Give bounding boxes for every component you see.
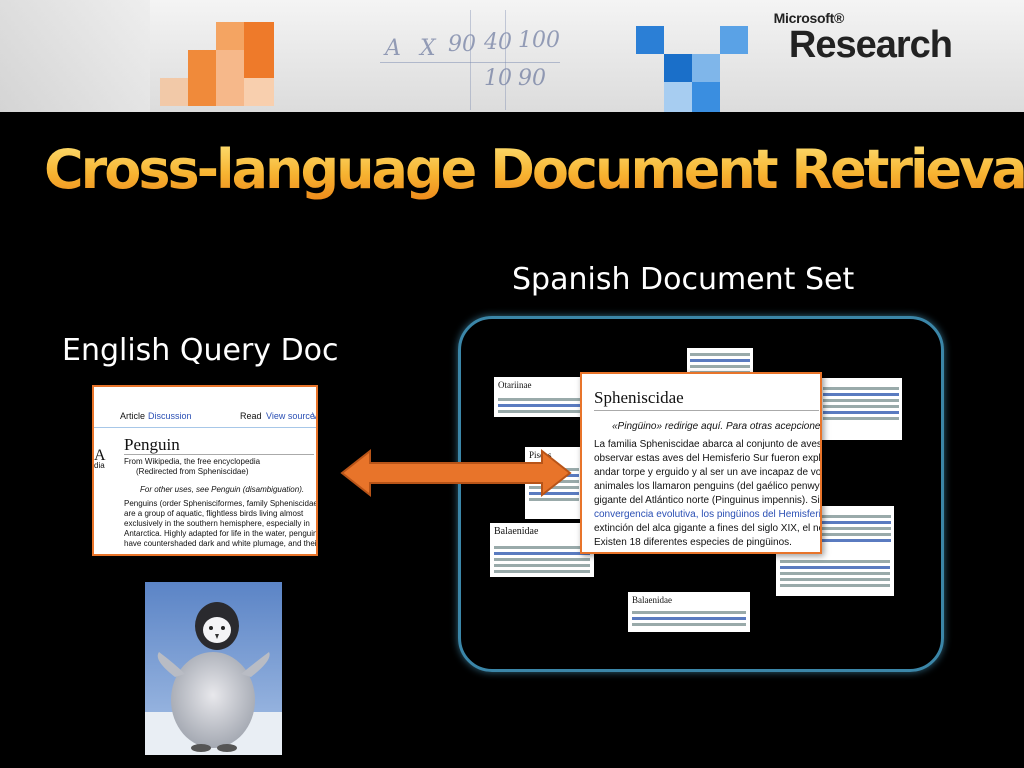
spanish-doc-balaenidae-2[interactable]: Balaenidae	[628, 592, 750, 632]
spanish-doc-spheniscidae[interactable]: Spheniscidae «Pingüino» redirige aquí. P…	[580, 372, 822, 554]
doc-text: exclusively in the southern hemisphere, …	[124, 519, 310, 528]
doc-title: Spheniscidae	[594, 388, 684, 407]
doc-text: convergencia evolutiva, los pingüinos de…	[594, 509, 822, 520]
spanish-doc-balaenidae[interactable]: Balaenidae	[490, 523, 594, 577]
decor-square	[244, 78, 274, 106]
doc-text: observar estas aves del Hemisferio Sur f…	[594, 453, 822, 464]
doc-text: gigante del Atlántico norte (Pinguinus i…	[594, 495, 822, 506]
tab-more[interactable]: V	[312, 411, 316, 421]
scribble-line	[470, 10, 471, 110]
decor-square	[720, 26, 748, 54]
article-title: Penguin	[124, 435, 180, 454]
logo-research: Research	[788, 24, 953, 66]
doc-title: Balaenidae	[494, 526, 539, 537]
divider	[124, 454, 314, 455]
doc-title: Otariinae	[498, 380, 532, 390]
decor-square	[216, 50, 244, 106]
decor-square	[664, 54, 692, 82]
decor-square	[244, 22, 274, 78]
doc-text: For other uses, see Penguin (disambiguat…	[140, 485, 305, 494]
decor-square	[636, 26, 664, 54]
english-query-label: English Query Doc	[62, 333, 339, 368]
decor-square	[692, 54, 720, 82]
double-arrow-icon	[340, 448, 572, 498]
doc-text: «Pingüino» redirige aquí. Para otras ace…	[612, 421, 822, 432]
scribble-line	[505, 10, 506, 110]
scribble-text: 90	[448, 32, 476, 57]
penguin-photo	[145, 582, 282, 755]
doc-text: (Redirected from Spheniscidae)	[136, 467, 249, 476]
scribble-text: X	[420, 36, 436, 61]
decor-square	[188, 50, 216, 106]
wiki-logo-text: dia	[94, 461, 105, 470]
doc-text: extinción del alca gigante a fines del s…	[594, 523, 822, 534]
tab-discussion[interactable]: Discussion	[148, 411, 192, 421]
wiki-tabs: Article Discussion Read View source V	[94, 387, 316, 428]
tab-view-source[interactable]: View source	[266, 411, 315, 421]
doc-text: From Wikipedia, the free encyclopedia	[124, 457, 261, 466]
spanish-doc-otariinae[interactable]: Otariinae	[494, 377, 584, 417]
spanish-set-label: Spanish Document Set	[512, 262, 855, 297]
doc-title: Balaenidae	[632, 595, 672, 605]
doc-text: have countershaded dark and white plumag…	[124, 539, 318, 548]
decor-square	[692, 82, 720, 112]
decor-square	[0, 0, 150, 112]
decor-square	[160, 78, 188, 106]
doc-text: Antarctica. Highly adapted for life in t…	[124, 529, 318, 538]
spanish-doc-thumbnail[interactable]	[776, 553, 894, 596]
spanish-doc-thumbnail[interactable]	[818, 506, 894, 558]
scribble-text: 10	[484, 66, 512, 91]
doc-text: Existen 18 diferentes especies de pingüi…	[594, 537, 792, 548]
header-banner: A X 90 40 100 10 90 Microsoft® Research	[0, 0, 1024, 112]
english-query-doc[interactable]: Article Discussion Read View source V A …	[92, 385, 318, 556]
tab-article[interactable]: Article	[120, 411, 145, 421]
spanish-doc-thumbnail[interactable]	[820, 378, 902, 440]
doc-text: La familia Spheniscidae abarca al conjun…	[594, 439, 822, 450]
slide-title: Cross-language Document Retrieval	[44, 138, 1024, 201]
scribble-text: 90	[518, 66, 546, 91]
scribble-text: 40	[484, 30, 512, 55]
doc-text: andar torpe y erguido y al ser un ave in…	[594, 467, 822, 478]
doc-text: are a group of aquatic, flightless birds…	[124, 509, 304, 518]
tab-read[interactable]: Read	[240, 411, 262, 421]
doc-text: Penguins (order Sphenisciformes, family …	[124, 499, 318, 508]
divider	[594, 410, 819, 411]
decor-square	[664, 82, 692, 112]
decor-square	[216, 22, 244, 50]
scribble-text: A	[385, 36, 401, 61]
doc-text: animales los llamaron penguins (del gaél…	[594, 481, 822, 492]
scribble-text: 100	[518, 28, 560, 53]
